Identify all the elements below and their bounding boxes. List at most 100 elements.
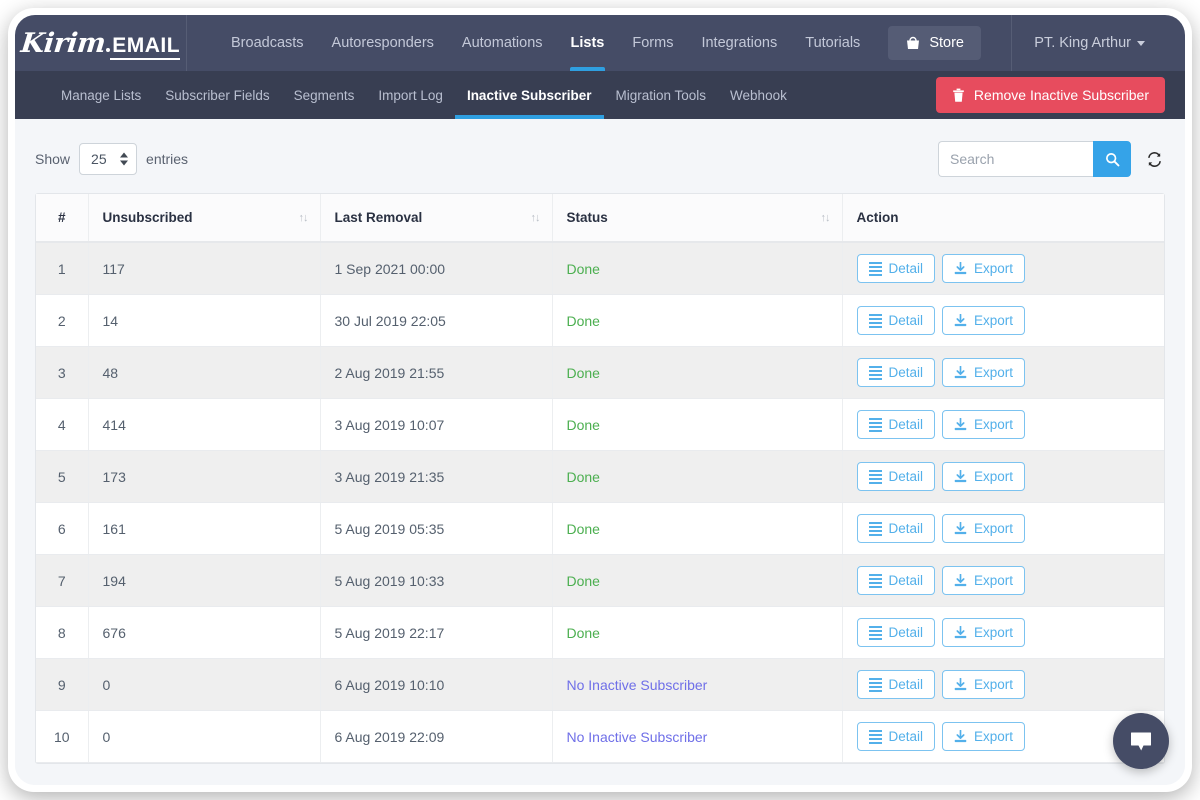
subnav-item-inactive-subscriber[interactable]: Inactive Subscriber — [454, 71, 604, 119]
detail-button[interactable]: Detail — [856, 462, 936, 491]
nav-item-broadcasts[interactable]: Broadcasts — [217, 15, 318, 71]
cell-unsubscribed-value: 676 — [102, 624, 126, 641]
cell-last-removal-value: 1 Sep 2021 00:00 — [334, 260, 446, 277]
cell-last-removal-value: 5 Aug 2019 10:33 — [334, 572, 445, 589]
download-icon — [954, 262, 967, 275]
cell-status: Done — [552, 294, 843, 347]
cell-unsubscribed-value: 194 — [102, 572, 126, 589]
cell-index: 3 — [36, 346, 89, 399]
detail-button[interactable]: Detail — [856, 254, 936, 283]
search-input[interactable] — [938, 141, 1093, 177]
detail-button[interactable]: Detail — [856, 306, 936, 335]
table-body: 1 117 1 Sep 2021 00:00 Done Detail Export 2 14 3… — [36, 242, 1164, 763]
cell-index: 1 — [36, 242, 89, 295]
cell-index: 2 — [36, 294, 89, 347]
detail-button[interactable]: Detail — [856, 358, 936, 387]
nav-item-integrations[interactable]: Integrations — [687, 15, 791, 71]
cell-unsubscribed-value: 117 — [102, 260, 125, 277]
action-buttons: Detail Export — [856, 618, 1151, 647]
table-row: 5 173 3 Aug 2019 21:35 Done Detail Export — [36, 450, 1164, 503]
subnav-item-manage-lists[interactable]: Manage Lists — [49, 71, 153, 119]
detail-button[interactable]: Detail — [856, 566, 936, 595]
remove-inactive-subscriber-button[interactable]: Remove Inactive Subscriber — [935, 77, 1165, 113]
column-header-last-removal[interactable]: Last Removal ↑↓ — [320, 194, 553, 243]
detail-button-label: Detail — [888, 729, 924, 744]
nav-item-forms[interactable]: Forms — [618, 15, 687, 71]
export-button[interactable]: Export — [942, 722, 1026, 751]
app-window: Kirim EMAIL Broadcasts Autoresponders Au… — [8, 8, 1192, 792]
cell-last-removal: 1 Sep 2021 00:00 — [320, 242, 553, 295]
detail-button[interactable]: Detail — [856, 618, 936, 647]
detail-button-label: Detail — [888, 469, 924, 484]
export-button[interactable]: Export — [942, 358, 1026, 387]
action-buttons: Detail Export — [856, 566, 1151, 595]
subnav-item-subscriber-fields[interactable]: Subscriber Fields — [153, 71, 281, 119]
cell-action: Detail Export — [842, 346, 1164, 399]
sort-icon[interactable]: ↑↓ — [821, 212, 831, 224]
nav-item-autoresponders[interactable]: Autoresponders — [318, 15, 448, 71]
export-button[interactable]: Export — [942, 670, 1026, 699]
detail-button[interactable]: Detail — [856, 670, 936, 699]
column-header-status[interactable]: Status ↑↓ — [552, 194, 843, 243]
subnav-item-segments[interactable]: Segments — [282, 71, 367, 119]
cell-unsubscribed: 0 — [88, 658, 321, 711]
detail-button[interactable]: Detail — [856, 410, 936, 439]
refresh-button[interactable] — [1143, 148, 1165, 170]
cell-unsubscribed: 48 — [88, 346, 321, 399]
nav-item-lists[interactable]: Lists — [557, 15, 619, 71]
cell-status-value: No Inactive Subscriber — [566, 728, 708, 745]
primary-nav-links: Broadcasts Autoresponders Automations Li… — [217, 15, 981, 71]
export-button[interactable]: Export — [942, 306, 1026, 335]
account-menu[interactable]: PT. King Arthur — [1011, 15, 1185, 71]
column-header-index-label: # — [57, 210, 66, 225]
entries-per-page-select[interactable]: 25 — [79, 143, 138, 175]
download-icon — [954, 470, 967, 483]
table-row: 7 194 5 Aug 2019 10:33 Done Detail Export — [36, 554, 1164, 607]
action-buttons: Detail Export — [856, 670, 1151, 699]
brand-logo[interactable]: Kirim EMAIL — [15, 15, 187, 71]
detail-button[interactable]: Detail — [856, 514, 936, 543]
export-button[interactable]: Export — [942, 410, 1026, 439]
export-button[interactable]: Export — [942, 254, 1026, 283]
detail-button[interactable]: Detail — [856, 722, 936, 751]
download-icon — [954, 626, 967, 639]
subnav-item-migration-tools[interactable]: Migration Tools — [604, 71, 719, 119]
search-control — [938, 141, 1165, 177]
store-button[interactable]: Store — [888, 26, 981, 60]
download-icon — [954, 314, 967, 327]
entries-length-control: Show 25 entries — [35, 143, 188, 175]
cell-last-removal: 5 Aug 2019 22:17 — [320, 606, 553, 659]
column-header-unsubscribed[interactable]: Unsubscribed ↑↓ — [88, 194, 321, 243]
cell-status: Done — [552, 450, 843, 503]
export-button[interactable]: Export — [942, 462, 1026, 491]
show-label: Show — [35, 151, 71, 167]
subnav-item-webhook[interactable]: Webhook — [718, 71, 799, 119]
cell-index-value: 9 — [57, 676, 66, 693]
export-button[interactable]: Export — [942, 566, 1026, 595]
sort-icon[interactable]: ↑↓ — [299, 212, 309, 224]
download-icon — [954, 366, 967, 379]
column-header-index: # — [36, 194, 89, 243]
entries-per-page-value: 25 — [91, 151, 107, 167]
list-icon — [868, 366, 882, 380]
chat-widget-button[interactable] — [1113, 713, 1169, 769]
search-button[interactable] — [1093, 141, 1131, 177]
action-buttons: Detail Export — [856, 254, 1151, 283]
cell-action: Detail Export — [842, 502, 1164, 555]
nav-item-automations[interactable]: Automations — [448, 15, 557, 71]
cell-unsubscribed-value: 414 — [102, 416, 126, 433]
nav-item-tutorials[interactable]: Tutorials — [791, 15, 874, 71]
sort-icon[interactable]: ↑↓ — [531, 212, 541, 224]
cell-last-removal: 3 Aug 2019 10:07 — [320, 398, 553, 451]
cell-index-value: 8 — [57, 624, 66, 641]
export-button[interactable]: Export — [942, 618, 1026, 647]
cell-last-removal-value: 5 Aug 2019 22:17 — [334, 624, 445, 641]
subnav-item-import-log[interactable]: Import Log — [366, 71, 455, 119]
export-button[interactable]: Export — [942, 514, 1026, 543]
account-name-label: PT. King Arthur — [1034, 35, 1131, 51]
table-row: 4 414 3 Aug 2019 10:07 Done Detail Export — [36, 398, 1164, 451]
entries-label: entries — [146, 151, 189, 167]
brand-logo-dot — [106, 47, 111, 52]
export-button-label: Export — [974, 313, 1014, 328]
cell-last-removal: 30 Jul 2019 22:05 — [320, 294, 553, 347]
